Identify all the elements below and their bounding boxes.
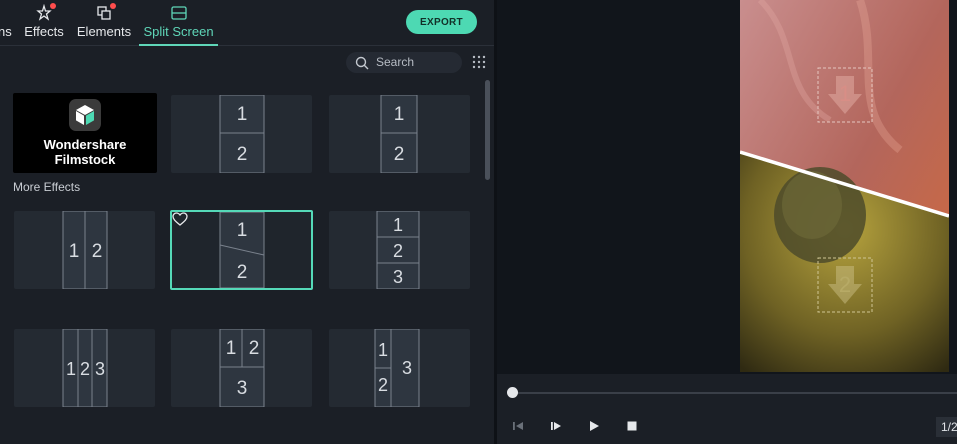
tile-slot-1: 1	[226, 338, 237, 359]
tile-slot-3: 3	[393, 267, 403, 287]
timecode-display: 1/2	[936, 417, 957, 437]
tile-slot-1: 1	[237, 104, 248, 125]
play-icon[interactable]	[587, 419, 601, 433]
search-icon	[355, 56, 369, 70]
drop-zone-2-number: 2	[839, 272, 851, 297]
stop-icon[interactable]	[625, 419, 639, 433]
tab-label: Split Screen	[143, 24, 214, 39]
split-template-two-beside-one[interactable]: 1 2 3	[329, 329, 470, 407]
tab-label: Elements	[76, 24, 132, 39]
grid-view-icon[interactable]	[472, 55, 486, 69]
tile-slot-2: 2	[249, 338, 260, 359]
tile-slot-1: 1	[378, 340, 388, 360]
filmstock-subtitle: Filmstock	[54, 152, 116, 167]
playback-controls	[497, 374, 957, 444]
split-template-two-over-one[interactable]: 1 2 3	[171, 329, 312, 407]
tile-slot-2: 2	[237, 144, 248, 165]
tile-slot-3: 3	[237, 378, 248, 399]
previous-frame-icon[interactable]	[511, 419, 525, 433]
tile-slot-1: 1	[237, 220, 248, 241]
tile-slot-2: 2	[92, 241, 103, 262]
notification-dot	[110, 3, 116, 9]
tile-slot-2: 2	[80, 359, 90, 379]
tab-elements[interactable]: Elements	[75, 0, 133, 46]
next-frame-icon[interactable]	[549, 419, 563, 433]
split-template-vertical-2[interactable]: 1 2	[171, 95, 312, 173]
tab-titles[interactable]: ns	[0, 0, 14, 46]
split-template-horizontal-2[interactable]: 1 2	[14, 211, 155, 289]
media-tab-bar: ns Effects Elements Split Screen EXPORT	[0, 0, 494, 46]
split-template-diagonal-2-selected[interactable]: 1 2	[170, 210, 313, 290]
export-button[interactable]: EXPORT	[406, 10, 477, 34]
tile-slot-1: 1	[393, 215, 403, 235]
playback-progress-track[interactable]	[513, 392, 957, 394]
tile-slot-2: 2	[237, 262, 248, 283]
filmstock-title: Wondershare	[43, 137, 127, 152]
split-screen-icon	[170, 6, 187, 20]
more-effects-label: More Effects	[13, 180, 81, 194]
favorite-heart-icon[interactable]	[172, 212, 188, 226]
playhead-handle[interactable]	[507, 387, 518, 398]
split-template-vertical-3[interactable]: 1 2 3	[329, 211, 470, 289]
tab-split-screen[interactable]: Split Screen	[139, 0, 218, 46]
tile-slot-3: 3	[402, 358, 412, 378]
split-screen-preview[interactable]: 1 2	[740, 0, 949, 372]
search-input[interactable]: Search	[346, 52, 462, 73]
tile-slot-1: 1	[69, 241, 80, 262]
tab-label: Effects	[24, 24, 64, 39]
active-tab-indicator	[139, 44, 218, 46]
tile-slot-1: 1	[394, 104, 405, 125]
split-template-vertical-2-narrow[interactable]: 1 2	[329, 95, 470, 173]
tab-effects[interactable]: Effects	[22, 0, 66, 46]
tile-slot-2: 2	[394, 144, 405, 165]
filmstock-logo-icon	[69, 99, 101, 131]
filmstock-promo[interactable]: Wondershare Filmstock	[13, 93, 157, 173]
tile-slot-3: 3	[95, 359, 105, 379]
tab-label: ns	[0, 24, 12, 39]
library-scrollbar[interactable]	[485, 80, 490, 180]
notification-dot	[50, 3, 56, 9]
tile-slot-1: 1	[66, 359, 76, 379]
tile-slot-2: 2	[378, 375, 388, 395]
tile-slot-2: 2	[393, 241, 403, 261]
search-placeholder: Search	[376, 55, 415, 69]
drop-zone-1-number: 1	[839, 81, 851, 106]
split-template-horizontal-3[interactable]: 1 2 3	[14, 329, 155, 407]
